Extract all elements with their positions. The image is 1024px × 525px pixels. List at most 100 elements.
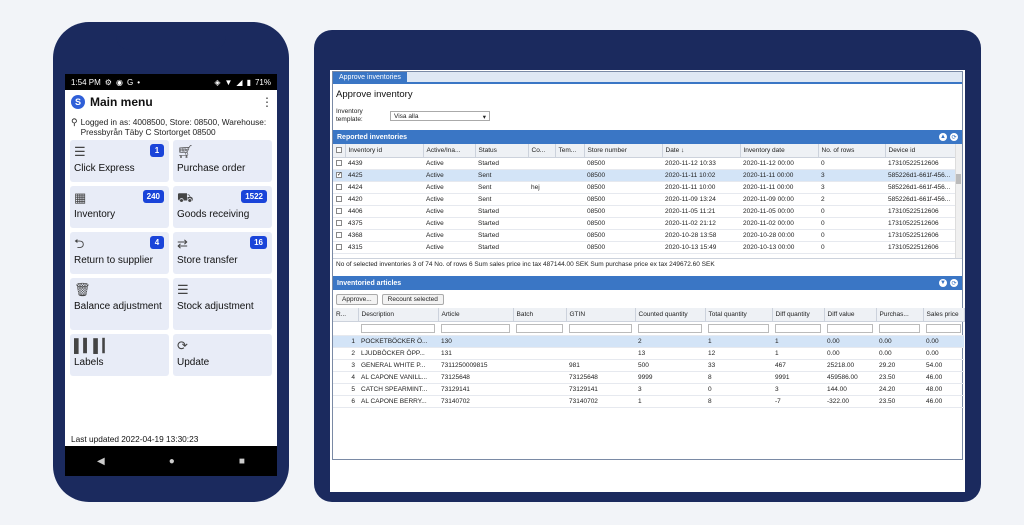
menu-grid: ☰ Click Express 1 🛒︎ Purchase order ▦ In… bbox=[65, 140, 277, 376]
column-header[interactable]: Store number bbox=[584, 144, 663, 158]
row-checkbox-cell[interactable] bbox=[333, 181, 345, 194]
column-header[interactable]: Device id bbox=[885, 144, 962, 158]
checkbox[interactable] bbox=[336, 231, 342, 238]
checkbox[interactable] bbox=[336, 207, 342, 214]
tile-store-transfer[interactable]: ⇄ Store transfer 16 bbox=[173, 232, 272, 274]
column-header[interactable]: Description bbox=[358, 308, 439, 322]
checkbox[interactable] bbox=[336, 219, 342, 226]
table-row[interactable]: 1 POCKETBÖCKER Ö... 130 2 1 1 0.00 0.00 0.00 bbox=[333, 335, 964, 348]
table-row[interactable]: 4439 Active Started 08500 2020-11-12 10:33 20… bbox=[333, 157, 962, 170]
row-checkbox-cell[interactable] bbox=[333, 193, 345, 206]
table-row[interactable]: 4420 Active Sent 08500 2020-11-09 13:24 2020-… bbox=[333, 193, 962, 206]
column-header[interactable]: Sales price bbox=[923, 308, 965, 322]
table-row[interactable]: 4 AL CAPONE VANILL... 73125648 73125648 9999… bbox=[333, 371, 964, 384]
more-options-icon[interactable]: ⋮ bbox=[261, 95, 273, 109]
tile-label: Return to supplier bbox=[74, 255, 153, 266]
column-header[interactable]: Batch bbox=[513, 308, 567, 322]
tile-update[interactable]: ⟳ Update bbox=[173, 334, 272, 376]
template-select[interactable]: Visa alla ▾ bbox=[390, 111, 490, 121]
column-filter-input[interactable] bbox=[569, 323, 632, 333]
row-checkbox-cell[interactable] bbox=[333, 157, 345, 170]
recount-selected-button[interactable]: Recount selected bbox=[381, 293, 444, 305]
column-header[interactable]: Diff value bbox=[824, 308, 877, 322]
column-filter-input[interactable] bbox=[879, 323, 920, 333]
column-filter-input[interactable] bbox=[638, 323, 702, 333]
column-header[interactable]: Date ↓ bbox=[662, 144, 741, 158]
tile-inventory[interactable]: ▦ Inventory 240 bbox=[70, 186, 169, 228]
table-cell: 1 bbox=[635, 395, 705, 408]
tile-stock-adjustment[interactable]: ☰ Stock adjustment bbox=[173, 278, 272, 330]
tile-balance-adjustment[interactable]: 🗑︎ Balance adjustment bbox=[70, 278, 169, 330]
table-row[interactable]: 5 CATCH SPEARMINT... 73129141 73129141 3 0 3 14… bbox=[333, 383, 964, 396]
table-row[interactable]: 3 GENERAL WHITE P... 7311250009815 981 500 33… bbox=[333, 359, 964, 372]
column-header[interactable]: R... bbox=[333, 308, 359, 322]
tile-purchase-order[interactable]: 🛒︎ Purchase order bbox=[173, 140, 272, 182]
column-filter-input[interactable] bbox=[361, 323, 435, 333]
table-cell: 23.50 bbox=[876, 371, 923, 384]
checkbox[interactable] bbox=[336, 195, 342, 202]
table-row[interactable]: 4375 Active Started 08500 2020-11-02 21:12 20… bbox=[333, 217, 962, 230]
approve-button[interactable]: Approve... bbox=[336, 293, 378, 305]
tile-click-express[interactable]: ☰ Click Express 1 bbox=[70, 140, 169, 182]
checkbox[interactable] bbox=[336, 183, 342, 190]
table-row[interactable]: 4315 Active Started 08500 2020-10-13 15:49 20… bbox=[333, 241, 962, 254]
row-checkbox-cell[interactable] bbox=[333, 229, 345, 242]
checkbox[interactable] bbox=[336, 147, 342, 154]
column-header[interactable]: Total quantity bbox=[705, 308, 773, 322]
checkbox[interactable] bbox=[336, 243, 342, 250]
tab-approve-inventories[interactable]: Approve inventories bbox=[333, 72, 407, 84]
column-header[interactable]: GTIN bbox=[566, 308, 636, 322]
table-cell: 4368 bbox=[345, 229, 423, 242]
column-header[interactable]: No. of rows bbox=[818, 144, 886, 158]
tile-labels[interactable]: ▌▍▌▎ Labels bbox=[70, 334, 169, 376]
scroll-thumb[interactable] bbox=[956, 174, 961, 184]
column-filter-input[interactable] bbox=[827, 323, 873, 333]
column-header[interactable]: Purchas... bbox=[876, 308, 924, 322]
row-checkbox-cell[interactable] bbox=[333, 205, 345, 218]
row-checkbox-cell[interactable] bbox=[333, 217, 345, 230]
table-cell: 46.00 bbox=[923, 395, 964, 408]
column-filter-input[interactable] bbox=[775, 323, 821, 333]
column-header[interactable]: Active/Ina... bbox=[423, 144, 476, 158]
filter-cell bbox=[635, 321, 705, 336]
column-header[interactable]: Tem... bbox=[555, 144, 585, 158]
table-row[interactable]: ✓ 4425 Active Sent 08500 2020-11-11 10:02 2020… bbox=[333, 169, 962, 182]
column-header[interactable]: Co... bbox=[528, 144, 556, 158]
column-header[interactable]: Status bbox=[475, 144, 529, 158]
tile-return-to-supplier[interactable]: ⮌ Return to supplier 4 bbox=[70, 232, 169, 274]
column-filter-input[interactable] bbox=[708, 323, 769, 333]
select-all-checkbox-cell[interactable] bbox=[333, 144, 346, 158]
checkbox[interactable]: ✓ bbox=[336, 171, 342, 178]
home-icon[interactable]: ● bbox=[169, 456, 175, 467]
table-row[interactable]: 4406 Active Started 08500 2020-11-05 11:21 20… bbox=[333, 205, 962, 218]
column-header[interactable]: Inventory date bbox=[740, 144, 819, 158]
back-icon[interactable]: ◀ bbox=[97, 456, 105, 467]
refresh-icon[interactable]: ⟳ bbox=[950, 133, 958, 141]
column-filter-input[interactable] bbox=[516, 323, 563, 333]
collapse-icon[interactable]: ▼ bbox=[939, 279, 947, 287]
table-row[interactable]: 6 AL CAPONE BERRY... 73140702 73140702 1 8 -7-… bbox=[333, 395, 964, 408]
scrollbar[interactable] bbox=[955, 144, 962, 258]
tile-goods-receiving[interactable]: ⛟ Goods receiving 1522 bbox=[173, 186, 272, 228]
table-row[interactable]: 4424 Active Sent hej 08500 2020-11-11 10:00 20… bbox=[333, 181, 962, 194]
checkbox[interactable] bbox=[336, 159, 342, 166]
column-header[interactable]: Counted quantity bbox=[635, 308, 706, 322]
table-cell: 73129141 bbox=[438, 383, 513, 396]
table-cell: 2 bbox=[635, 335, 705, 348]
refresh-icon[interactable]: ⟳ bbox=[950, 279, 958, 287]
column-filter-input[interactable] bbox=[441, 323, 510, 333]
column-header[interactable]: Inventory id bbox=[345, 144, 424, 158]
table-row[interactable]: 2 LJUDBÖCKER ÖPP... 131 13 12 1 0.00 0.00 0.00 bbox=[333, 347, 964, 360]
recents-icon[interactable]: ■ bbox=[239, 456, 245, 467]
table-cell bbox=[528, 241, 555, 254]
table-cell: 08500 bbox=[584, 157, 662, 170]
row-checkbox-cell[interactable]: ✓ bbox=[333, 169, 345, 182]
column-header[interactable]: Diff quantity bbox=[772, 308, 825, 322]
table-cell: 130 bbox=[438, 335, 513, 348]
table-row[interactable]: 4368 Active Started 08500 2020-10-28 13:58 20… bbox=[333, 229, 962, 242]
collapse-icon[interactable]: ▲ bbox=[939, 133, 947, 141]
row-checkbox-cell[interactable] bbox=[333, 241, 345, 254]
column-header[interactable]: Article bbox=[438, 308, 514, 322]
column-filter-input[interactable] bbox=[926, 323, 961, 333]
table-cell bbox=[513, 347, 566, 360]
